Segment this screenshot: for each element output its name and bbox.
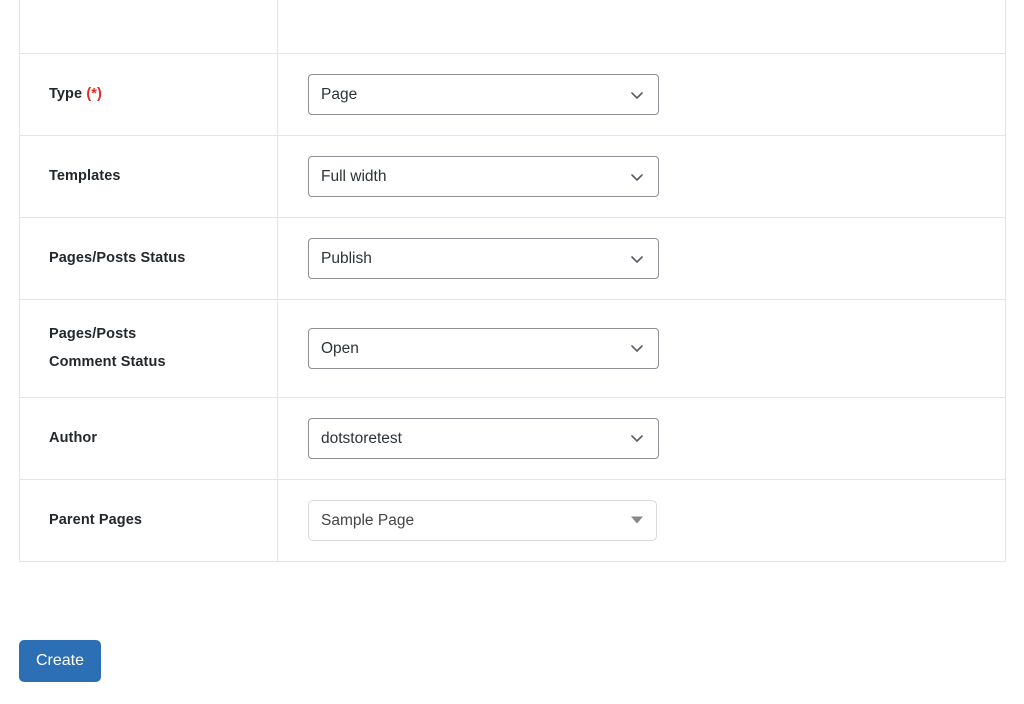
field-label-parent-pages-text: Parent Pages	[49, 511, 143, 528]
field-control-partial	[308, 0, 1005, 33]
label-cell-templates: Templates	[19, 135, 278, 218]
settings-form-table: Type (*) Page Templates Full width Pages…	[19, 0, 1006, 562]
type-select-value: Page	[321, 86, 358, 103]
field-label-author-text: Author	[49, 429, 98, 446]
chevron-down-icon	[629, 340, 645, 356]
table-row: Pages/Posts Status Publish	[19, 217, 1006, 300]
label-cell-author: Author	[19, 397, 278, 480]
pages-posts-comment-status-select-value: Open	[321, 339, 359, 357]
author-select-value: dotstoretest	[321, 429, 402, 447]
create-button[interactable]: Create	[19, 640, 102, 682]
field-cell-templates: Full width	[278, 136, 1006, 218]
page-root: Type (*) Page Templates Full width Pages…	[0, 0, 1024, 704]
field-label-parent-pages: Parent Pages	[49, 506, 199, 534]
templates-select[interactable]: Full width	[308, 156, 659, 197]
field-label-partial	[49, 0, 199, 33]
field-label-templates-text: Templates	[49, 168, 121, 185]
form-table-body: Type (*) Page Templates Full width Pages…	[19, 0, 1006, 562]
author-select[interactable]: dotstoretest	[308, 417, 659, 459]
field-label-pages-posts-comment-status: Pages/Posts Comment Status	[49, 320, 199, 377]
label-cell-parent-pages: Parent Pages	[19, 479, 278, 562]
table-row-partial	[19, 0, 1006, 54]
pages-posts-comment-status-select[interactable]: Open	[308, 327, 659, 369]
field-cell-pages-posts-status: Publish	[278, 218, 1006, 300]
field-label-author: Author	[49, 424, 199, 452]
field-label-pages-posts-comment-status-text: Pages/Posts Comment Status	[49, 326, 166, 371]
table-row: Templates Full width	[19, 135, 1006, 218]
label-cell-pages-posts-status: Pages/Posts Status	[19, 217, 278, 300]
form-actions: Create	[19, 640, 102, 682]
chevron-down-icon	[629, 430, 645, 446]
chevron-down-icon	[629, 87, 645, 103]
pages-posts-status-select[interactable]: Publish	[308, 238, 659, 279]
field-cell-author: dotstoretest	[278, 397, 1006, 479]
pages-posts-status-select-value: Publish	[321, 250, 372, 267]
field-label-type-text: Type	[49, 86, 83, 103]
label-cell-pages-posts-comment-status: Pages/Posts Comment Status	[19, 299, 278, 398]
table-row: Type (*) Page	[19, 53, 1006, 136]
label-cell-partial	[19, 0, 278, 54]
field-label-pages-posts-status: Pages/Posts Status	[49, 244, 199, 272]
field-label-type: Type (*)	[49, 80, 199, 108]
field-cell-type: Page	[278, 54, 1006, 136]
label-cell-type: Type (*)	[19, 53, 278, 136]
field-cell-parent-pages: Sample Page	[278, 479, 1006, 561]
chevron-down-icon	[629, 169, 645, 185]
templates-select-value: Full width	[321, 168, 387, 185]
parent-pages-select[interactable]: Sample Page	[308, 499, 657, 541]
field-label-pages-posts-status-text: Pages/Posts Status	[49, 250, 186, 267]
required-marker-type: (*)	[86, 86, 102, 103]
field-cell-partial	[278, 0, 1006, 54]
table-row: Parent Pages Sample Page	[19, 479, 1006, 562]
type-select[interactable]: Page	[308, 74, 659, 115]
parent-pages-select-value: Sample Page	[321, 511, 415, 529]
field-cell-pages-posts-comment-status: Open	[278, 300, 1006, 398]
chevron-down-icon	[629, 251, 645, 267]
caret-down-icon	[631, 516, 643, 524]
table-row: Author dotstoretest	[19, 397, 1006, 480]
table-row: Pages/Posts Comment Status Open	[19, 299, 1006, 398]
field-label-templates: Templates	[49, 162, 199, 190]
